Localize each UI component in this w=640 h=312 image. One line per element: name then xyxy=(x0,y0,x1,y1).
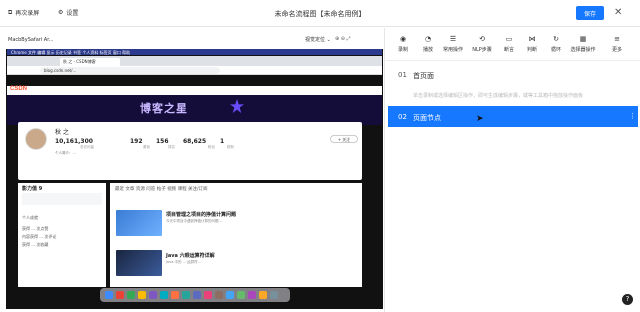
profile-banner xyxy=(7,95,382,125)
stat-value: 156 xyxy=(156,138,169,145)
article-thumbnail[interactable] xyxy=(116,250,162,276)
app-icon xyxy=(160,291,168,299)
app-icon xyxy=(138,291,146,299)
app-icon xyxy=(182,291,190,299)
close-icon[interactable]: ✕ xyxy=(614,7,622,18)
cursor-icon: ➤ xyxy=(476,114,484,124)
more-vertical-icon[interactable]: ⋮ xyxy=(629,112,636,120)
tool-common[interactable]: ☰ 常用操作 xyxy=(438,35,468,53)
app-icon xyxy=(105,291,113,299)
view-mode-dropdown[interactable]: 视觉定位 ⌄ xyxy=(305,36,331,43)
stat-value: 68,625 xyxy=(183,138,207,145)
article-thumbnail[interactable] xyxy=(116,210,162,236)
stat-label: 总访问量 xyxy=(80,145,94,149)
help-icon[interactable]: ? xyxy=(622,294,633,305)
follow-button[interactable]: + 关注 xyxy=(330,135,358,143)
address-url: blog.csdn.net/... xyxy=(40,67,220,74)
step-title[interactable]: 首页面 xyxy=(413,71,434,81)
preview-label: MacbBySafari Ar... xyxy=(8,37,54,43)
tool-nlp[interactable]: ⟲ NLP步骤 xyxy=(467,35,497,53)
article-desc: Java 中的 ... 运算符... xyxy=(166,260,201,264)
content-tabs[interactable]: 最近 文章 资源 问答 帖子 视频 课程 关注/订阅 xyxy=(115,186,208,192)
step-title[interactable]: 页面节点 xyxy=(413,113,441,123)
banner-title: 博客之星 xyxy=(140,102,188,115)
sidebar-stats xyxy=(22,193,102,205)
step-number: 02 xyxy=(398,113,407,121)
stat-value: 10,161,300 xyxy=(55,138,93,145)
app-icon xyxy=(270,291,278,299)
app-icon xyxy=(215,291,223,299)
sidebar-line: 内容获得 ... 次评论 xyxy=(22,234,57,239)
article-title[interactable]: Java 六眼运算符详解 xyxy=(166,252,215,259)
avatar xyxy=(25,128,47,150)
mac-menu-bar: Chrome 文件 编辑 显示 历史记录 书签 个人资料 标签页 窗口 帮助 xyxy=(7,49,382,55)
save-button[interactable]: 保存 xyxy=(576,6,604,20)
site-logo: CSDN xyxy=(10,86,28,92)
app-icon xyxy=(171,291,179,299)
stat-value: 1 xyxy=(220,138,225,145)
sidebar-line: 获得 ... 次收藏 xyxy=(22,242,49,247)
article-desc: 今天中项目中遇到挣值计算的问题... xyxy=(166,219,222,223)
app-icon xyxy=(259,291,267,299)
app-icon xyxy=(149,291,157,299)
view-icons[interactable]: ⊕ ⊖ ⤢ xyxy=(335,36,351,42)
common-icon: ☰ xyxy=(449,35,457,43)
stat-label: 粉丝 xyxy=(208,145,215,149)
app-icon xyxy=(127,291,135,299)
profile-description: 个人简介：... xyxy=(55,151,76,155)
profile-name: 秋 之 xyxy=(55,129,69,136)
stat-label: 铁粉 xyxy=(227,145,234,149)
app-icon xyxy=(237,291,245,299)
article-title[interactable]: 项目管理之项目的挣值计算问题 xyxy=(166,211,236,218)
sidebar-line: 获得 ... 次点赞 xyxy=(22,226,49,231)
tool-more[interactable]: ≡ 更多 xyxy=(602,35,632,53)
stat-label: 排名 xyxy=(168,145,175,149)
stat-value: 192 xyxy=(130,138,143,145)
app-icon xyxy=(226,291,234,299)
tool-selector[interactable]: ▦ 选择器操作 xyxy=(566,35,600,53)
stat-label: 原创 xyxy=(143,145,150,149)
app-icon xyxy=(193,291,201,299)
app-icon xyxy=(248,291,256,299)
selector-icon: ▦ xyxy=(579,35,587,43)
page-title: 未命名流程图【未命名用例】 xyxy=(274,10,366,18)
more-icon: ≡ xyxy=(614,35,620,43)
sidebar-title: 影力值 9 xyxy=(22,186,43,192)
step-number: 01 xyxy=(398,71,407,79)
site-nav xyxy=(7,86,382,95)
step-hint: 单击录制或选择编辑区操作，即可生成编辑步骤，或等工具箱中拖放操作面板 xyxy=(413,93,584,99)
sidebar-line: 个人成就 xyxy=(22,215,38,220)
app-icon xyxy=(116,291,124,299)
nlp-icon: ⟲ xyxy=(479,35,485,43)
app-icon xyxy=(204,291,212,299)
browser-tab: 秋 之 - CSDN博客 xyxy=(60,58,120,66)
